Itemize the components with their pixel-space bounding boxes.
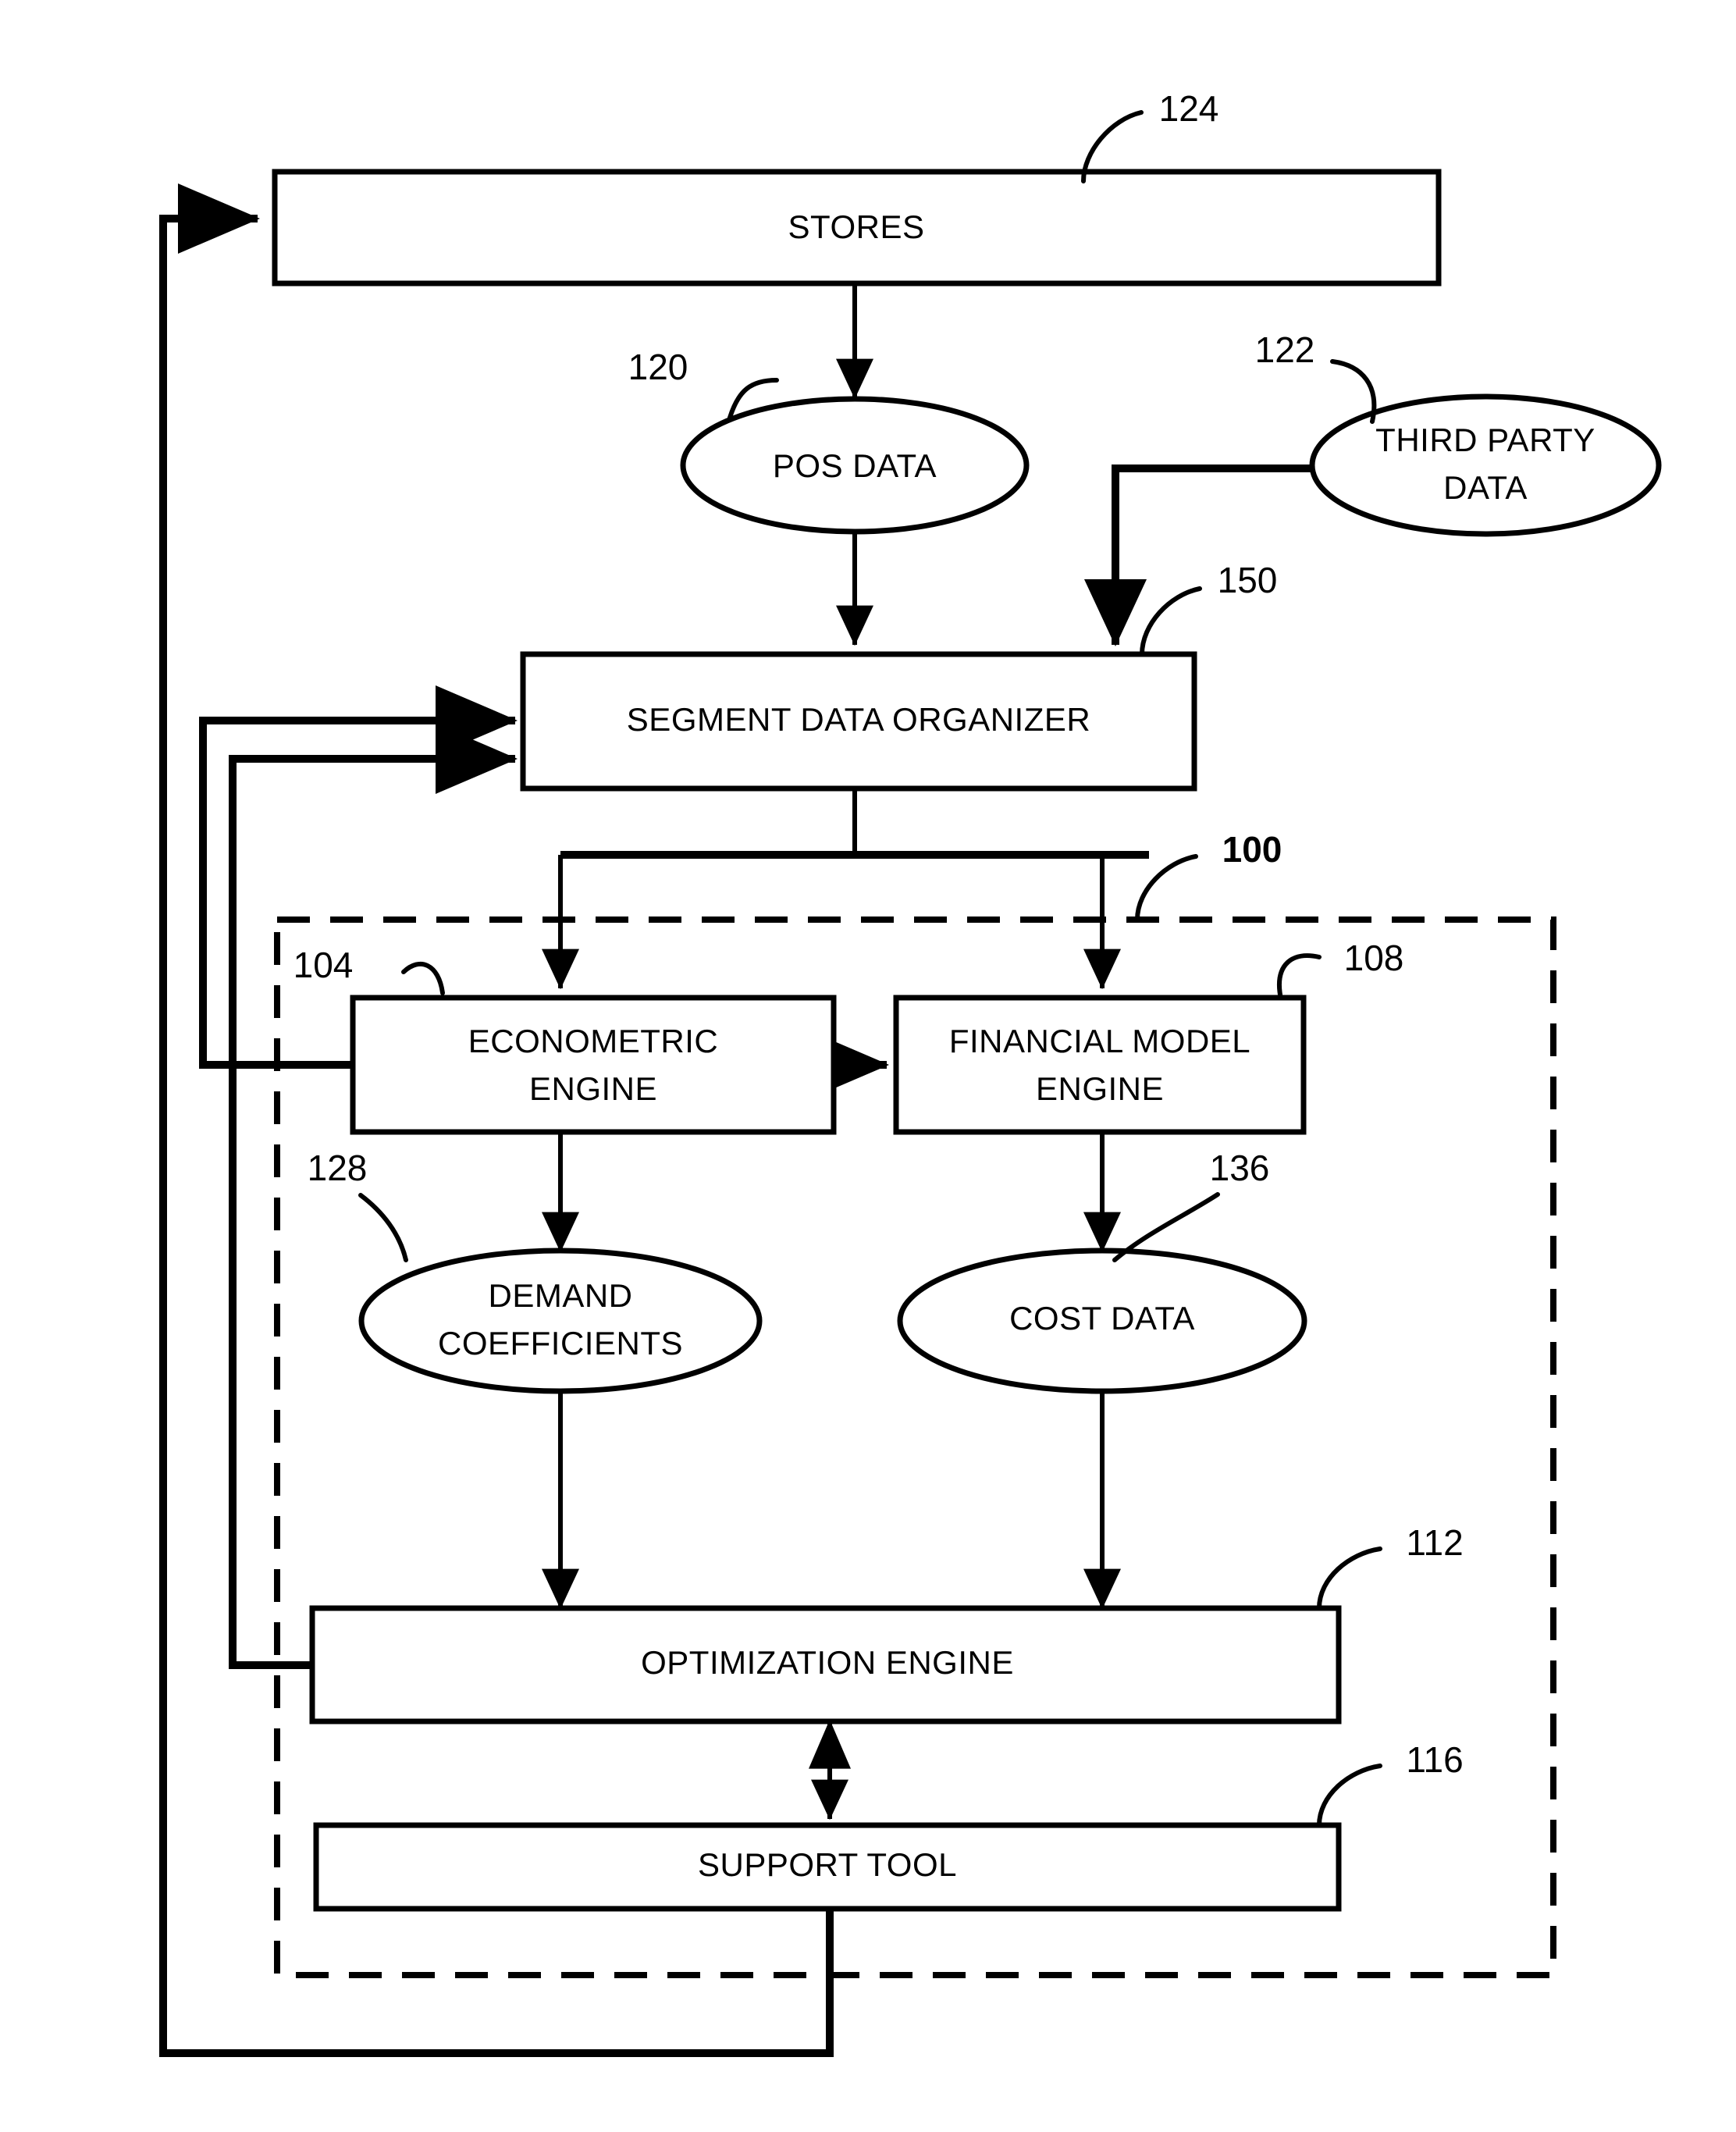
ref-numeral-116: 116 [1317,1739,1464,1828]
ref-label-120: 120 [628,347,688,387]
node-segment-data-organizer[interactable]: SEGMENT DATA ORGANIZER [520,651,1197,792]
cost-data-label: COST DATA [1009,1300,1195,1337]
leader-line-116 [1317,1764,1382,1828]
ref-label-124: 124 [1159,88,1219,129]
support-tool-label: SUPPORT TOOL [698,1846,957,1883]
third-party-data-ellipse[interactable] [1309,393,1662,537]
econometric-engine-box[interactable] [350,995,837,1135]
ref-numeral-120: 120 [628,347,779,420]
demand-coefficients-ellipse[interactable] [358,1248,763,1394]
segment-data-organizer-label: SEGMENT DATA ORGANIZER [627,701,1090,738]
leader-line-150 [1140,586,1202,657]
ref-numeral-108: 108 [1277,938,1404,997]
leader-line-108 [1277,953,1322,997]
node-third-party-data[interactable]: THIRD PARTY DATA [1309,393,1662,537]
pos-data-label: POS DATA [773,447,937,484]
ref-numeral-122: 122 [1255,329,1377,424]
node-pos-data[interactable]: POS DATA [680,396,1030,535]
figure-canvas: STORES POS DATA THIRD PARTY DATA SEGMENT… [0,0,1736,2132]
ref-numeral-104: 104 [293,945,445,995]
ref-numeral-136: 136 [1112,1148,1270,1262]
node-support-tool[interactable]: SUPPORT TOOL [313,1822,1342,1912]
ref-numeral-112: 112 [1317,1522,1464,1611]
node-demand-coefficients[interactable]: DEMAND COEFFICIENTS [358,1248,763,1394]
ref-label-108: 108 [1344,938,1404,978]
third-party-data-label-line2: DATA [1443,469,1528,506]
ref-numeral-150: 150 [1140,560,1278,657]
ref-label-100: 100 [1222,829,1282,870]
stores-label: STORES [788,208,925,245]
financial-model-engine-box[interactable] [893,995,1307,1135]
leader-line-128 [358,1193,408,1262]
node-cost-data[interactable]: COST DATA [897,1248,1307,1394]
ref-label-122: 122 [1255,329,1315,370]
leader-line-100 [1135,854,1198,922]
ref-label-116: 116 [1406,1739,1463,1780]
demand-coefficients-label-line2: COEFFICIENTS [438,1325,683,1361]
ref-label-136: 136 [1210,1148,1270,1188]
node-stores[interactable]: STORES [272,169,1442,287]
node-optimization-engine[interactable]: OPTIMIZATION ENGINE [309,1605,1342,1724]
leader-line-112 [1317,1547,1382,1611]
financial-model-engine-label-line1: FINANCIAL MODEL [949,1023,1250,1059]
econometric-engine-label-line1: ECONOMETRIC [468,1023,719,1059]
econometric-engine-label-line2: ENGINE [529,1070,657,1107]
node-econometric-engine[interactable]: ECONOMETRIC ENGINE [350,995,837,1135]
optimization-engine-label: OPTIMIZATION ENGINE [641,1644,1014,1681]
third-party-data-label-line1: THIRD PARTY [1375,422,1595,458]
ref-numeral-124: 124 [1081,88,1219,183]
leader-line-104 [401,962,445,995]
node-financial-model-engine[interactable]: FINANCIAL MODEL ENGINE [893,995,1307,1135]
financial-model-engine-label-line2: ENGINE [1036,1070,1164,1107]
ref-label-112: 112 [1406,1522,1463,1563]
ref-label-150: 150 [1218,560,1278,600]
ref-numeral-128: 128 [308,1148,408,1262]
ref-numeral-100: 100 [1135,829,1282,922]
patent-block-diagram: STORES POS DATA THIRD PARTY DATA SEGMENT… [159,88,1662,2057]
leader-line-136 [1112,1192,1220,1262]
connector-third-party-data-to-segment-organizer [1084,464,1314,647]
ref-label-128: 128 [308,1148,368,1188]
ref-label-104: 104 [293,945,354,985]
demand-coefficients-label-line1: DEMAND [488,1277,632,1314]
